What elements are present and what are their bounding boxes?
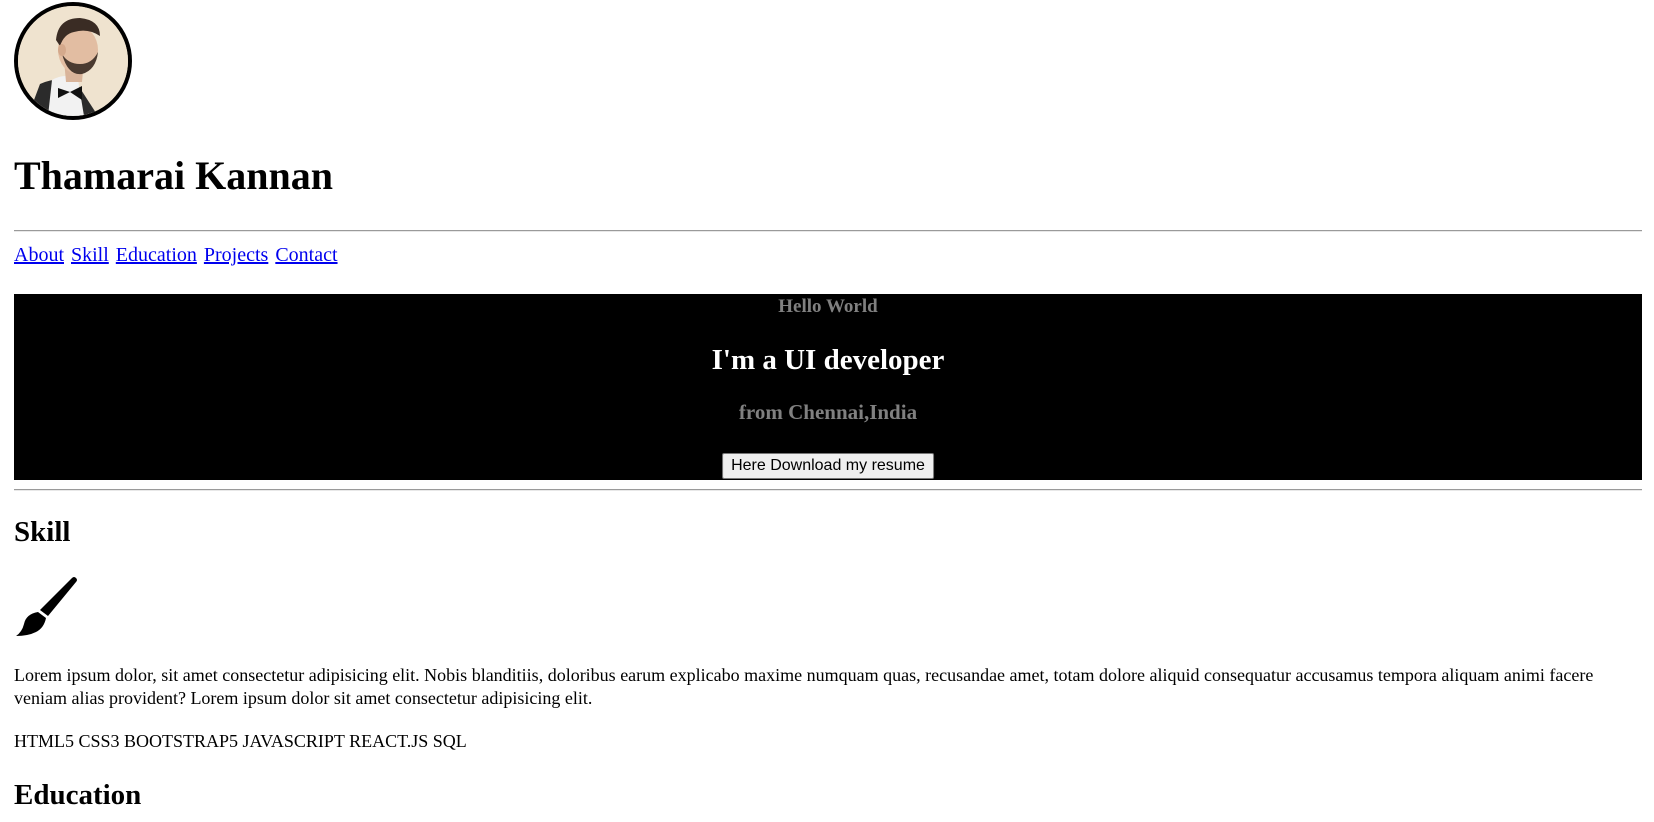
- nav-link-projects[interactable]: Projects: [204, 244, 268, 266]
- page-title: Thamarai Kannan: [14, 153, 333, 198]
- skill-description: Lorem ipsum dolor, sit amet consectetur …: [14, 665, 1594, 708]
- avatar: [14, 2, 132, 120]
- divider: [14, 489, 1642, 491]
- hero-greeting: Hello World: [778, 296, 878, 317]
- nav-link-about[interactable]: About: [14, 244, 64, 266]
- education-heading: Education: [14, 779, 142, 811]
- hero-location: from Chennai,India: [738, 400, 918, 424]
- nav-link-skill[interactable]: Skill: [71, 244, 109, 266]
- divider: [14, 230, 1642, 232]
- paintbrush-icon: [16, 577, 77, 636]
- skill-heading: Skill: [14, 516, 71, 548]
- hero-banner: Hello World I'm a UI developer from Chen…: [14, 294, 1642, 480]
- nav-link-education[interactable]: Education: [116, 244, 197, 266]
- download-resume-button[interactable]: Here Download my resume: [722, 453, 934, 479]
- hero-title: I'm a UI developer: [711, 344, 945, 376]
- main-nav: About Skill Education Projects Contact: [14, 245, 340, 265]
- skill-list: HTML5 CSS3 BOOTSTRAP5 JAVASCRIPT REACT.J…: [14, 731, 467, 751]
- nav-link-contact[interactable]: Contact: [275, 244, 337, 266]
- profile-photo: [18, 6, 128, 116]
